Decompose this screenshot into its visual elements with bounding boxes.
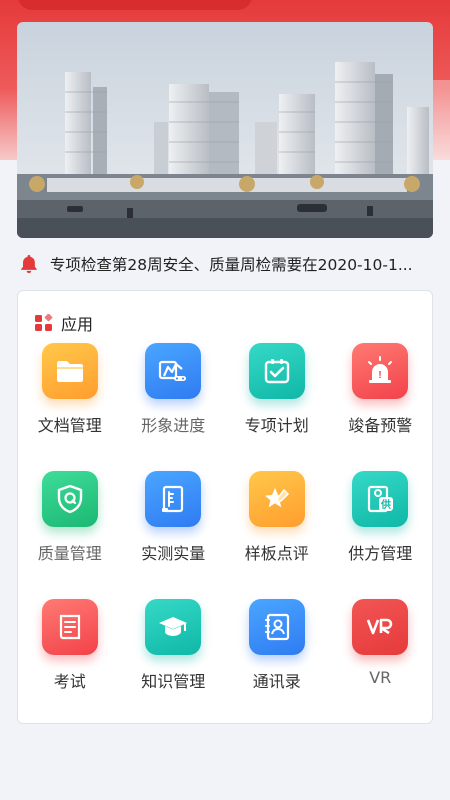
section-header: 应用 [35, 311, 93, 335]
supplier-icon: 供 [368, 485, 394, 513]
contacts-book-icon [264, 613, 289, 641]
app-label: 竣备预警 [348, 416, 413, 435]
apps-grid: 文档管理 形象进度 专项计划 ! 竣备预警 质量管理 实测实量 样板点评 供 供… [18, 341, 432, 725]
app-tile [248, 599, 305, 655]
apps-grid-icon [35, 314, 53, 331]
app-tile [145, 343, 202, 399]
app-label: 知识管理 [141, 672, 206, 691]
apps-card: 应用 文档管理 形象进度 专项计划 ! 竣备预警 质量管理 实测实量 样板点评 … [17, 290, 433, 724]
app-tile [248, 343, 305, 399]
app-label: 供方管理 [348, 544, 413, 563]
exam-book-icon [59, 614, 80, 640]
folder-icon [56, 361, 83, 382]
app-tile [145, 471, 202, 527]
alarm-light-icon: ! [368, 356, 393, 383]
graduation-cap-icon [159, 617, 188, 636]
star-pen-icon [264, 488, 289, 508]
section-title: 应用 [61, 315, 94, 334]
app-tile: 供 [352, 471, 409, 527]
app-item-completion-warning[interactable]: ! 竣备预警 [329, 341, 433, 469]
app-tile [41, 471, 98, 527]
app-tile [145, 599, 202, 655]
app-label: 文档管理 [37, 416, 102, 435]
app-label: 实测实量 [141, 544, 206, 563]
app-tile [41, 343, 98, 399]
app-tile [352, 599, 409, 655]
app-item-measurement[interactable]: 实测实量 [122, 469, 226, 597]
svg-text:!: ! [379, 370, 382, 381]
app-item-quality[interactable]: 质量管理 [18, 469, 122, 597]
app-item-sample-review[interactable]: 样板点评 [225, 469, 329, 597]
app-item-documents[interactable]: 文档管理 [18, 341, 122, 469]
app-item-progress[interactable]: 形象进度 [122, 341, 226, 469]
app-item-supplier[interactable]: 供 供方管理 [329, 469, 433, 597]
project-banner-image[interactable] [17, 22, 433, 238]
app-tile [248, 471, 305, 527]
svg-text:供: 供 [380, 498, 391, 511]
shield-q-icon [57, 484, 82, 514]
app-label: 形象进度 [141, 416, 206, 435]
app-label: 通讯录 [252, 672, 301, 691]
header-tab-shape [18, 0, 252, 10]
app-item-knowledge[interactable]: 知识管理 [122, 597, 226, 725]
bell-icon [21, 254, 37, 274]
app-tile [41, 599, 98, 655]
excavator-icon [159, 360, 187, 381]
app-item-vr[interactable]: VR [329, 597, 433, 725]
app-label: 样板点评 [244, 544, 309, 563]
app-item-special-plan[interactable]: 专项计划 [225, 341, 329, 469]
app-label: 质量管理 [37, 544, 102, 563]
app-item-contacts[interactable]: 通讯录 [225, 597, 329, 725]
app-label: 考试 [53, 672, 86, 691]
vr-icon [367, 618, 393, 635]
app-label: 专项计划 [244, 416, 309, 435]
app-tile: ! [352, 343, 409, 399]
app-label: VR [369, 668, 392, 687]
checkbox-icon [264, 359, 289, 384]
app-item-exam[interactable]: 考试 [18, 597, 122, 725]
notice-bar[interactable]: 专项检查第28周安全、质量周检需要在2020-10-1... [18, 250, 432, 278]
ruler-scroll-icon [162, 485, 184, 513]
notice-text: 专项检查第28周安全、质量周检需要在2020-10-1... [49, 256, 413, 274]
